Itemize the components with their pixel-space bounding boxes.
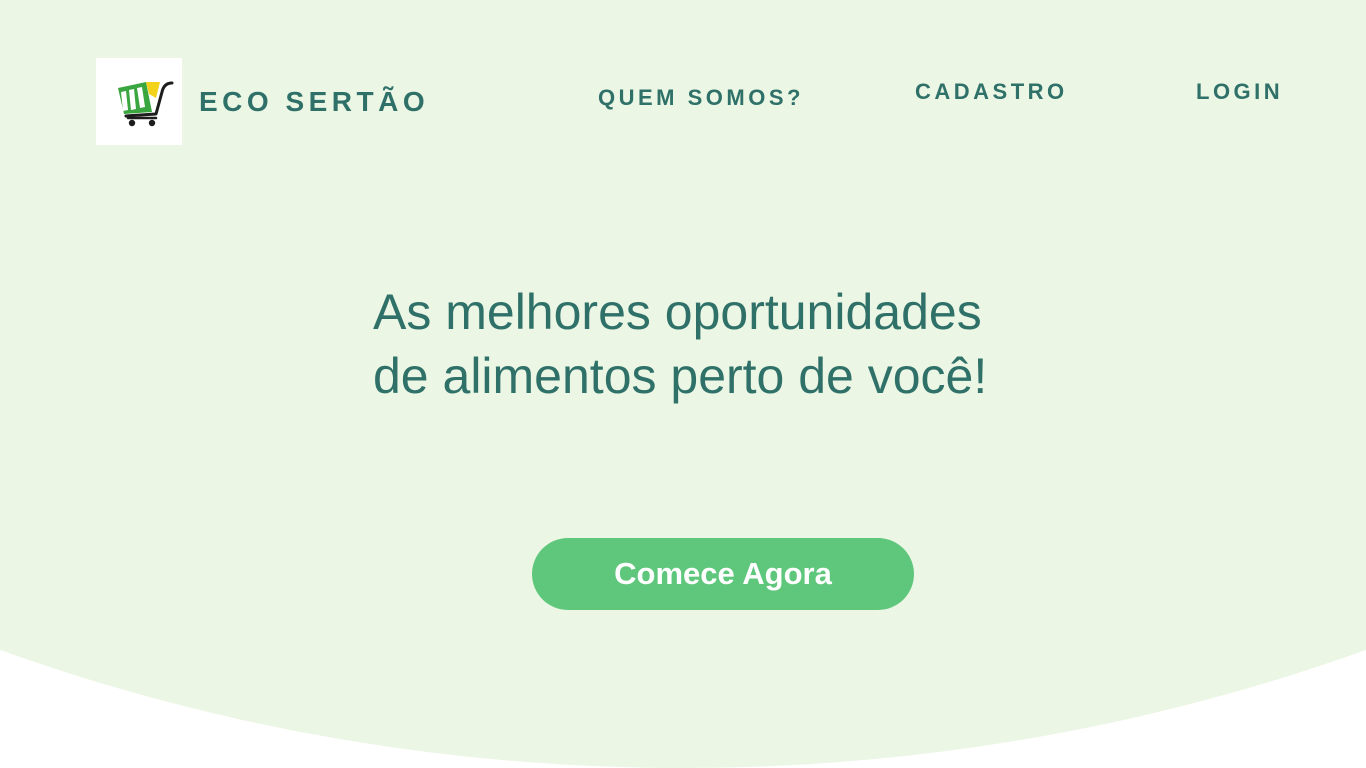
shopping-cart-icon: [118, 81, 174, 127]
nav-link-quem-somos[interactable]: QUEM SOMOS?: [598, 85, 804, 111]
hero-headline: As melhores oportunidades de alimentos p…: [373, 280, 1093, 408]
hero-headline-line-1: As melhores oportunidades: [373, 284, 982, 340]
hero-headline-line-2: de alimentos perto de você!: [373, 348, 988, 404]
logo[interactable]: [96, 58, 182, 145]
brand-name: ECO SERTÃO: [199, 86, 430, 117]
nav-link-cadastro[interactable]: CADASTRO: [915, 79, 1068, 105]
nav-link-login[interactable]: LOGIN: [1196, 79, 1283, 105]
comece-agora-button[interactable]: Comece Agora: [532, 538, 914, 610]
landing-page: ECO SERTÃO QUEM SOMOS? CADASTRO LOGIN As…: [0, 0, 1366, 768]
